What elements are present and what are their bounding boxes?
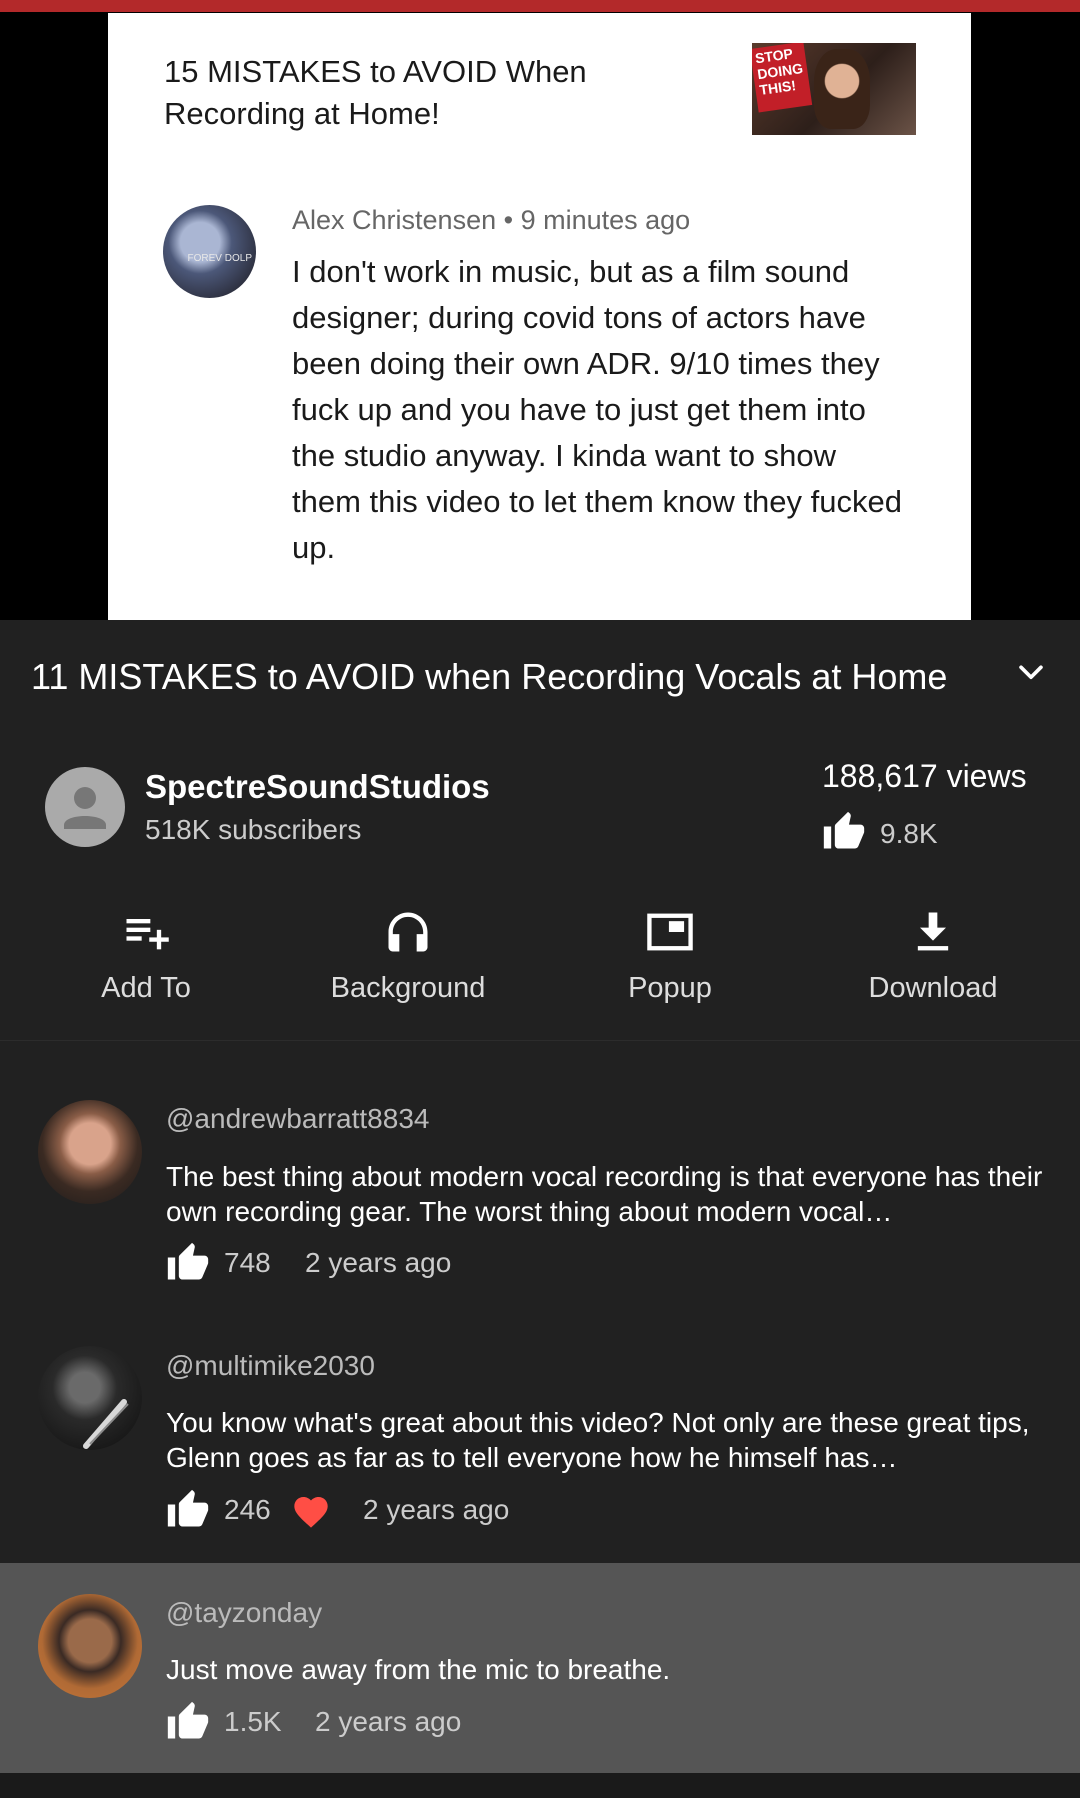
thumbnail-text: STOP DOING THIS! <box>754 45 804 99</box>
embedded-avatar-text: FOREV DOLP <box>187 253 252 264</box>
bottom-strip <box>0 1773 1080 1798</box>
comment-handle[interactable]: @tayzonday <box>166 1597 322 1629</box>
download-button[interactable]: Download <box>823 900 1043 1020</box>
thumbnail-person <box>814 49 870 129</box>
popup-icon <box>647 913 693 951</box>
popup-label: Popup <box>628 972 712 1004</box>
comment-text[interactable]: Just move away from the mic to breathe. <box>166 1652 1046 1687</box>
background-label: Background <box>330 972 486 1004</box>
channel-avatar[interactable] <box>45 767 125 847</box>
add-to-label: Add To <box>101 972 191 1004</box>
headphones-icon <box>388 912 428 952</box>
stop-sign-graphic: STOP DOING THIS! <box>752 43 813 113</box>
download-icon <box>917 912 949 951</box>
video-title: 11 MISTAKES to AVOID when Recording Voca… <box>31 656 948 697</box>
video-player[interactable]: 15 MISTAKES to AVOID When Recording at H… <box>0 0 1080 620</box>
comment-handle[interactable]: @multimike2030 <box>166 1350 375 1382</box>
comment-like-count: 246 <box>224 1494 271 1525</box>
download-label: Download <box>868 972 998 1004</box>
meta-separator: • <box>503 205 514 235</box>
comment-text[interactable]: You know what's great about this video? … <box>166 1405 1046 1475</box>
comment-handle[interactable]: @andrewbarratt8834 <box>166 1103 429 1135</box>
comment-text[interactable]: The best thing about modern vocal record… <box>166 1159 1046 1229</box>
embedded-comment-text: I don't work in music, but as a film sou… <box>292 254 902 565</box>
embedded-comment-author: Alex Christensen <box>292 205 497 235</box>
channel-subscribers: 518K subscribers <box>145 814 362 845</box>
player-top-accent <box>0 0 1080 12</box>
like-count: 9.8K <box>880 818 938 849</box>
video-title-row[interactable]: 11 MISTAKES to AVOID when Recording Voca… <box>0 620 1080 732</box>
commenter-avatar[interactable] <box>38 1100 142 1204</box>
comment-time: 2 years ago <box>363 1494 510 1525</box>
embedded-video-title: 15 MISTAKES to AVOID When Recording at H… <box>164 54 587 131</box>
thumbs-up-icon[interactable] <box>822 810 866 854</box>
playlist-add-icon <box>126 919 169 950</box>
thumbs-up-icon[interactable] <box>166 1488 210 1532</box>
action-bar: Add To Background Popup Download <box>0 900 1080 1041</box>
comment-like-count: 748 <box>224 1247 271 1278</box>
embedded-comment-meta: Alex Christensen • 9 minutes ago <box>292 205 690 236</box>
embedded-video-thumbnail: STOP DOING THIS! <box>752 43 916 135</box>
comment-like-count: 1.5K <box>224 1706 282 1737</box>
thumbs-up-icon[interactable] <box>166 1700 210 1744</box>
embedded-comment-time: 9 minutes ago <box>520 205 691 235</box>
person-icon <box>64 787 106 829</box>
channel-name[interactable]: SpectreSoundStudios <box>145 768 490 806</box>
guitar-graphic <box>83 1399 129 1449</box>
popup-button[interactable]: Popup <box>560 900 780 1020</box>
chevron-down-icon[interactable] <box>1014 656 1048 690</box>
background-button[interactable]: Background <box>298 900 518 1020</box>
embedded-comment-avatar: FOREV DOLP <box>163 205 256 298</box>
add-to-button[interactable]: Add To <box>36 900 256 1020</box>
commenter-avatar[interactable] <box>38 1346 142 1450</box>
thumbs-up-icon[interactable] <box>166 1241 210 1285</box>
comment-time: 2 years ago <box>315 1706 462 1737</box>
view-count: 188,617 views <box>822 758 1027 794</box>
heart-icon <box>294 1497 328 1528</box>
commenter-avatar[interactable] <box>38 1594 142 1698</box>
embedded-comment-card: 15 MISTAKES to AVOID When Recording at H… <box>108 13 971 620</box>
comment-time: 2 years ago <box>305 1247 452 1278</box>
